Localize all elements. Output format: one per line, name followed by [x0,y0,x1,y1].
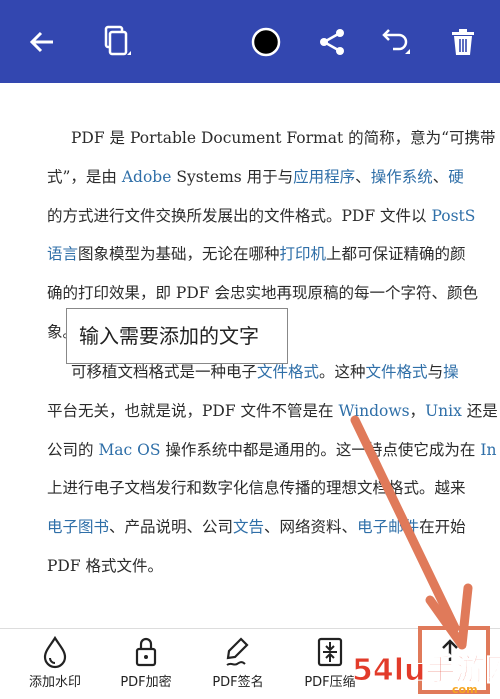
document-link[interactable]: 操 [443,363,459,381]
document-line: PDF 是 Portable Document Format 的简称，意为“可携… [71,119,500,158]
document-link[interactable]: 文件格式 [366,363,428,381]
add-text-box[interactable]: 输入需要添加的文字 [66,308,288,364]
document-text-run: 在开始 [419,518,466,537]
document-text-run: 还是 [461,401,498,420]
top-toolbar [0,0,500,83]
pdf-signature-button[interactable]: PDF签名 [192,635,284,695]
document-link[interactable]: 应用程序 [293,168,355,186]
document-line: 语言图象模型为基础，无论在哪种打印机上都可保证精确的颜 [47,235,500,274]
document-link[interactable]: 电子图书 [47,518,109,536]
document-link[interactable]: In [480,441,496,459]
compress-icon [317,637,343,667]
copy-icon[interactable] [96,22,136,62]
document-line: 平台无关，也就是说，PDF 文件不管是在 Windows，Unix 还是 [47,392,500,431]
add-watermark-label: 添加水印 [28,675,81,690]
document-text-run: 上都可保证精确的颜 [326,245,466,264]
document-text-run: 平台无关，也就是说，PDF 文件不管是在 [47,401,339,420]
document-line: 上进行电子文档发行和数字化信息传播的理想文档格式。越来 [47,469,500,508]
pdf-document-page: PDF 是 Portable Document Format 的简称，意为“可携… [0,83,500,628]
document-text-run: 图象模型为基础，无论在哪种 [78,245,280,264]
document-line: 电子图书、产品说明、公司文告、网络资料、电子邮件在开始 [47,508,500,547]
trash-icon[interactable] [443,22,483,62]
document-text-run: 上进行电子文档发行和数字化信息传播的理想文档格式。越来 [47,479,466,498]
document-line: 的方式进行文件交换所发展出的文件格式。PDF 文件以 PostS [47,197,500,236]
document-line: 式”，是由 Adobe Systems 用于与应用程序、操作系统、硬 [47,158,500,197]
document-line: 公司的 Mac OS 操作系统中都是通用的。这一特点使它成为在 In [47,431,500,470]
document-text-run: 、 [355,167,371,186]
document-text-run: 。这种 [319,363,366,381]
document-link[interactable]: Windows [338,402,409,420]
document-link[interactable]: Mac OS [98,441,160,459]
document-text-run: 、产品说明、公司 [109,518,234,537]
document-link[interactable]: Adobe [122,168,172,186]
document-text-run: 式”，是由 [47,167,122,186]
back-arrow-icon[interactable] [22,22,62,62]
document-text-run: PDF 格式文件。 [47,557,164,575]
watermark-text: 54lu手游网 [352,653,500,688]
pdf-encrypt-label: PDF加密 [120,675,172,690]
pdf-signature-label: PDF签名 [212,675,264,690]
document-text-run: 确的打印效果，即 PDF 会忠实地再现原稿的每一个字符、颜色 [47,284,478,303]
undo-icon[interactable] [376,22,416,62]
document-text-run: 操作系统中都是通用的。这一特点使它成为在 [160,440,481,459]
document-link[interactable]: 操作系统 [371,168,433,186]
document-link[interactable]: Unix [425,402,462,420]
signature-pen-icon [226,637,249,666]
document-link[interactable]: 硬 [448,168,464,186]
document-text-run: Systems 用于与 [171,167,294,186]
document-line: PDF 格式文件。 [47,547,500,586]
color-circle-icon[interactable] [246,22,286,62]
add-text-box-label: 输入需要添加的文字 [79,324,259,348]
document-text-run: 可移植文档格式是一种电子 [71,363,258,381]
document-text-run: 公司的 [47,440,99,459]
document-link[interactable]: 文告 [233,518,264,536]
document-link[interactable]: 打印机 [280,245,327,263]
document-link[interactable]: 语言 [47,245,78,263]
document-link[interactable]: 文件格式 [257,363,319,381]
document-text-run: 与 [427,363,444,381]
document-text-run: 、网络资料、 [264,518,358,537]
watermark-sub: com [452,683,478,695]
document-text-run: 的方式进行文件交换所发展出的文件格式。PDF 文件以 [47,206,432,225]
document-text-run: PDF 是 Portable Document Format 的简称，意为“可携… [71,129,496,147]
lock-icon [135,637,157,667]
site-watermark: 54lu手游网 com [352,640,500,697]
share-icon[interactable] [312,22,352,62]
document-text-run: 、 [432,167,449,186]
document-link[interactable]: PostS [431,207,475,225]
document-link[interactable]: 电子邮件 [357,518,419,536]
document-text-run: ， [409,401,426,420]
pdf-encrypt-button[interactable]: PDF加密 [100,635,192,695]
add-watermark-button[interactable]: 添加水印 [9,635,101,695]
watermark-drop-icon [43,635,67,669]
